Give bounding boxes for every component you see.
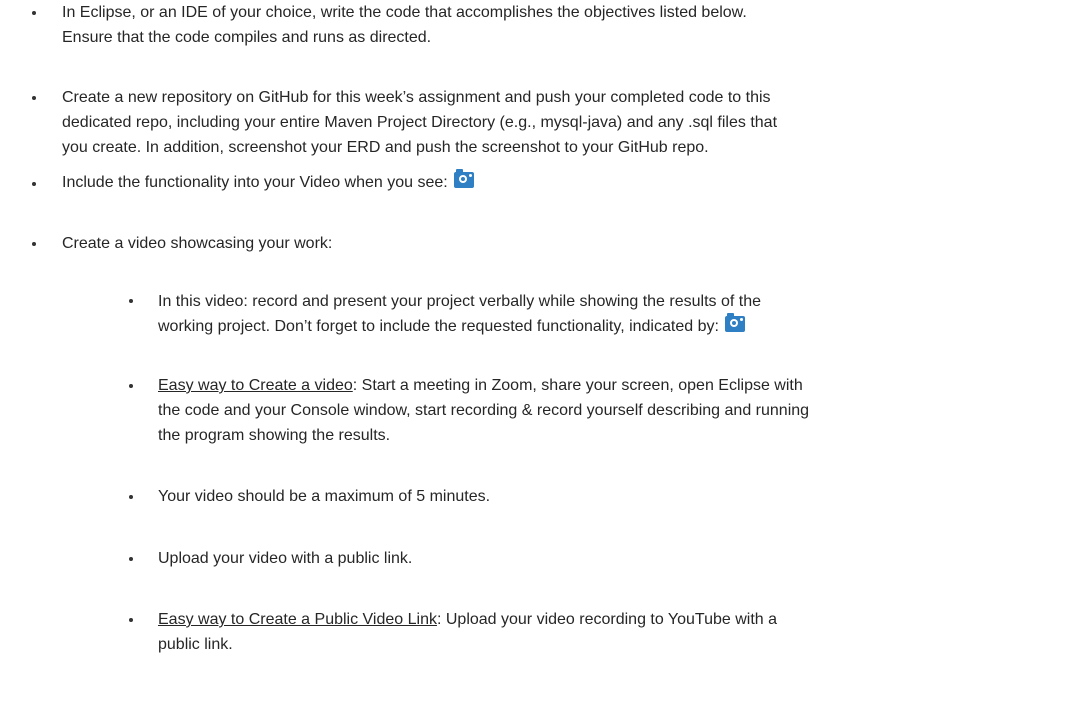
easy-way-create-video-link[interactable]: Easy way to Create a video bbox=[158, 377, 353, 394]
sub-bullet-line: Easy way to Create a video: Start a meet… bbox=[158, 373, 1058, 398]
sub-bullet-line: the code and your Console window, start … bbox=[158, 402, 810, 419]
bullet-marker bbox=[32, 96, 36, 100]
bullet-github-repo: Create a new repository on GitHub for th… bbox=[62, 85, 1052, 160]
bullet-line: Ensure that the code compiles and runs a… bbox=[62, 29, 432, 46]
sub-bullet-text: : Upload your video recording to YouTube… bbox=[436, 611, 778, 628]
sub-bullet-marker bbox=[129, 299, 133, 303]
bullet-create-video: Create a video showcasing your work: bbox=[62, 231, 962, 256]
sub-bullet-marker bbox=[129, 384, 133, 388]
sub-bullet-easy-create-video: Easy way to Create a video: Start a meet… bbox=[158, 373, 1058, 448]
assignment-instructions-document: In Eclipse, or an IDE of your choice, wr… bbox=[0, 0, 1070, 723]
bullet-line: In Eclipse, or an IDE of your choice, wr… bbox=[62, 4, 747, 21]
sub-bullet-line: public link. bbox=[158, 636, 233, 653]
bullet-text: Create a video showcasing your work: bbox=[62, 235, 333, 252]
sub-bullet-marker bbox=[129, 557, 133, 561]
sub-bullet-marker bbox=[129, 495, 133, 499]
bullet-video-functionality: Include the functionality into your Vide… bbox=[62, 169, 962, 195]
sub-bullet-easy-public-link: Easy way to Create a Public Video Link: … bbox=[158, 607, 1058, 657]
bullet-marker bbox=[32, 11, 36, 15]
sub-bullet-line: working project. Don’t forget to include… bbox=[158, 313, 1038, 339]
camera-icon bbox=[453, 169, 474, 188]
sub-bullet-line: In this video: record and present your p… bbox=[158, 293, 761, 310]
bullet-marker bbox=[32, 182, 36, 186]
sub-bullet-line: the program showing the results. bbox=[158, 427, 391, 444]
sub-bullet-text: Upload your video with a public link. bbox=[158, 550, 413, 567]
bullet-text: Include the functionality into your Vide… bbox=[62, 174, 448, 191]
bullet-line: Create a new repository on GitHub for th… bbox=[62, 89, 771, 106]
sub-bullet-text: working project. Don’t forget to include… bbox=[158, 318, 719, 335]
bullet-ide-instructions: In Eclipse, or an IDE of your choice, wr… bbox=[62, 0, 1042, 50]
camera-icon bbox=[724, 313, 745, 332]
sub-bullet-record-present: In this video: record and present your p… bbox=[158, 289, 1038, 339]
bullet-line: dedicated repo, including your entire Ma… bbox=[62, 114, 778, 131]
sub-bullet-marker bbox=[129, 618, 133, 622]
sub-bullet-upload-public: Upload your video with a public link. bbox=[158, 546, 958, 571]
bullet-marker bbox=[32, 242, 36, 246]
easy-way-public-video-link[interactable]: Easy way to Create a Public Video Link bbox=[158, 611, 437, 628]
sub-bullet-line: Easy way to Create a Public Video Link: … bbox=[158, 607, 1058, 632]
bullet-line: you create. In addition, screenshot your… bbox=[62, 139, 709, 156]
sub-bullet-max-length: Your video should be a maximum of 5 minu… bbox=[158, 484, 958, 509]
sub-bullet-text: Your video should be a maximum of 5 minu… bbox=[158, 488, 491, 505]
sub-bullet-text: : Start a meeting in Zoom, share your sc… bbox=[352, 377, 803, 394]
